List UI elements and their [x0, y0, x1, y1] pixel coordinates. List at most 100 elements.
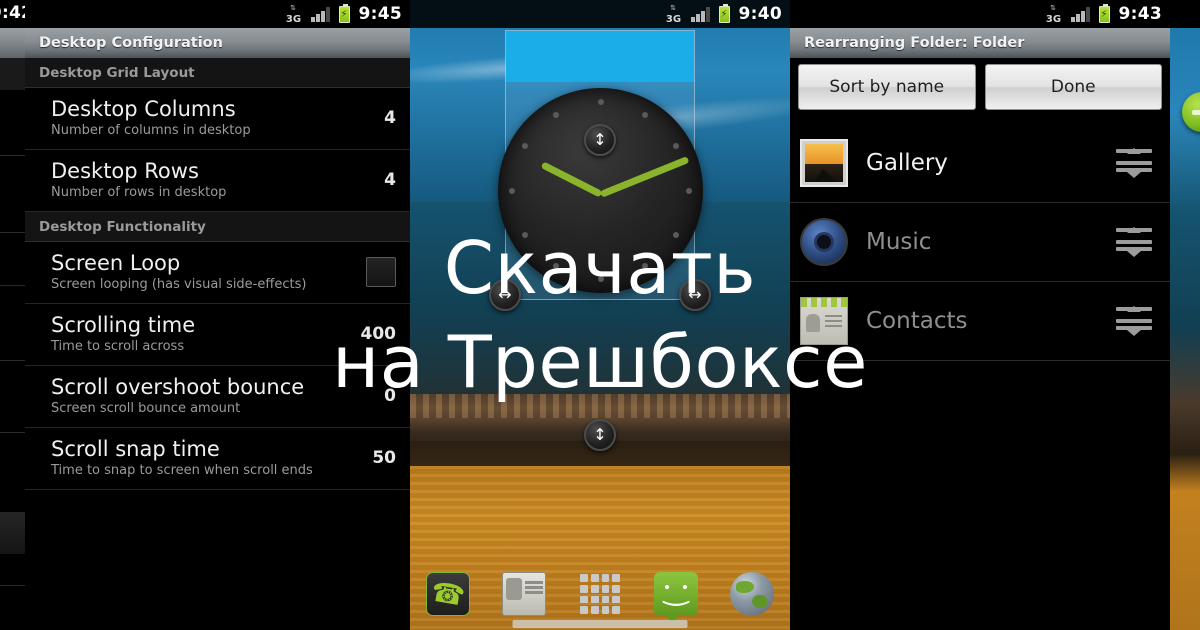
app-drawer-icon[interactable] — [578, 572, 622, 616]
setting-row-scrolling-time[interactable]: Scrolling time Time to scroll across 400 — [25, 304, 410, 366]
gallery-icon — [800, 139, 848, 187]
status-clock: 9:40 — [738, 4, 782, 24]
signal-strength-icon — [1071, 6, 1090, 22]
resize-handle-right[interactable]: ↔ — [679, 279, 711, 311]
analog-clock-widget[interactable] — [498, 88, 703, 293]
resize-handle-top[interactable]: ↕ — [584, 124, 616, 156]
list-item-content: Contacts — [800, 297, 967, 345]
setting-value: 50 — [372, 448, 396, 468]
setting-value: 0 — [384, 386, 396, 406]
drag-handle-icon[interactable] — [1114, 148, 1154, 178]
network-3g-icon: ⇅ 3G — [665, 4, 682, 25]
partial-selected-row — [0, 512, 25, 554]
setting-row-scroll-overshoot-bounce[interactable]: Scroll overshoot bounce Screen scroll bo… — [25, 366, 410, 428]
list-item-content: Music — [800, 218, 931, 266]
status-clock: 9:43 — [1118, 4, 1162, 24]
setting-text-block: Scroll overshoot bounce Screen scroll bo… — [51, 375, 304, 417]
screen-title-bar: Desktop Configuration — [25, 28, 410, 58]
data-arrows-icon: ⇅ — [290, 3, 297, 12]
network-3g-icon: ⇅ 3G — [285, 3, 302, 24]
homescreen-widget-resize-screen: ↕ ↔ ↔ ↕ ⇅ 3G 9 — [410, 0, 790, 630]
browser-icon[interactable] — [730, 572, 774, 616]
list-item[interactable]: Gallery — [790, 124, 1170, 203]
list-item-content: Gallery — [800, 139, 948, 187]
status-bar: ⇅ 3G 9:40 — [410, 0, 790, 28]
setting-title: Scrolling time — [51, 313, 196, 337]
network-3g-icon: ⇅ 3G — [1045, 3, 1062, 25]
partial-section-header — [0, 58, 25, 90]
partial-status-bar — [1170, 0, 1200, 28]
setting-text-block: Desktop Rows Number of rows in desktop — [51, 159, 226, 201]
setting-title: Scroll overshoot bounce — [51, 375, 305, 399]
drag-handle-icon[interactable] — [1114, 306, 1154, 336]
setting-row-desktop-rows[interactable]: Desktop Rows Number of rows in desktop 4 — [25, 150, 410, 212]
battery-icon — [718, 3, 730, 23]
setting-text-block: Desktop Columns Number of columns in des… — [51, 97, 251, 139]
list-item[interactable]: Contacts — [790, 282, 1170, 361]
network-label: 3G — [665, 13, 682, 25]
list-item[interactable]: Music — [790, 203, 1170, 282]
resize-handle-left[interactable]: ↔ — [489, 279, 521, 311]
section-header-label: Desktop Grid Layout — [39, 64, 195, 81]
left-edge-partial-screenshot: 9:42 — [0, 0, 33, 630]
list-item-label: Gallery — [866, 150, 948, 176]
list-item-label: Music — [866, 229, 932, 255]
list-item-label: Contacts — [866, 308, 968, 334]
setting-text-block: Scrolling time Time to scroll across — [51, 313, 195, 355]
resize-handle-left-icon: ↔ — [498, 285, 512, 304]
done-button[interactable]: Done — [984, 64, 1162, 110]
status-bar: ⇅ 3G 9:43 — [790, 0, 1170, 28]
page-indicator-bar — [512, 620, 688, 628]
resize-handle-bottom[interactable]: ↕ — [584, 419, 616, 451]
battery-icon — [1098, 3, 1110, 23]
network-label: 3G — [1045, 13, 1062, 25]
section-header-label: Desktop Functionality — [39, 218, 206, 235]
battery-icon — [338, 3, 350, 23]
settings-list[interactable]: Desktop Grid Layout Desktop Columns Numb… — [25, 58, 410, 490]
setting-value: 400 — [360, 324, 397, 344]
screenshot-stage: 9:42 ⇅ 3G 9:45 Desktop Configuration Des… — [0, 0, 1200, 630]
right-edge-partial-screenshot — [1170, 0, 1200, 630]
desktop-configuration-screen: ⇅ 3G 9:45 Desktop Configuration Desktop … — [25, 0, 410, 630]
setting-subtitle: Screen looping (has visual side-effects) — [51, 277, 307, 292]
messaging-icon[interactable] — [654, 562, 698, 624]
setting-title: Desktop Rows — [51, 159, 199, 183]
setting-row-scroll-snap-time[interactable]: Scroll snap time Time to snap to screen … — [25, 428, 410, 490]
resize-frame-highlight — [506, 31, 694, 82]
partial-row-divider — [0, 232, 25, 233]
section-header-grid-layout: Desktop Grid Layout — [25, 58, 410, 88]
screen-loop-checkbox[interactable] — [366, 257, 396, 287]
setting-row-desktop-columns[interactable]: Desktop Columns Number of columns in des… — [25, 88, 410, 150]
minus-icon — [1192, 109, 1200, 115]
setting-subtitle: Number of columns in desktop — [51, 123, 251, 138]
setting-value: 4 — [384, 108, 396, 128]
drag-handle-icon[interactable] — [1114, 227, 1154, 257]
status-bar: ⇅ 3G 9:45 — [25, 0, 410, 28]
signal-strength-icon — [311, 6, 330, 22]
contacts-icon — [800, 297, 848, 345]
partial-row-divider — [0, 155, 25, 156]
contacts-icon[interactable] — [502, 572, 546, 616]
status-clock: 9:45 — [358, 4, 402, 24]
setting-title: Screen Loop — [51, 251, 181, 275]
phone-icon[interactable] — [426, 572, 470, 616]
setting-text-block: Scroll snap time Time to snap to screen … — [51, 437, 313, 479]
screen-title-bar: Rearranging Folder: Folder — [790, 28, 1170, 58]
setting-text-block: Screen Loop Screen looping (has visual s… — [51, 251, 306, 293]
folder-items-list[interactable]: Gallery Music Contacts — [790, 124, 1170, 361]
folder-action-buttons: Sort by name Done — [790, 58, 1170, 116]
resize-handle-right-icon: ↔ — [688, 285, 702, 304]
page-title: Desktop Configuration — [39, 35, 223, 51]
resize-handle-top-icon: ↕ — [593, 130, 607, 149]
page-title: Rearranging Folder: Folder — [804, 35, 1025, 51]
sort-by-name-button[interactable]: Sort by name — [798, 64, 976, 110]
rearranging-folder-screen: ⇅ 3G 9:43 Rearranging Folder: Folder Sor… — [790, 0, 1170, 630]
setting-title: Scroll snap time — [51, 437, 220, 461]
setting-row-screen-loop[interactable]: Screen Loop Screen looping (has visual s… — [25, 242, 410, 304]
signal-strength-icon — [691, 6, 710, 22]
partial-title-bar — [0, 28, 25, 58]
partial-row-divider — [0, 585, 25, 586]
section-header-desktop-functionality: Desktop Functionality — [25, 212, 410, 242]
setting-subtitle: Screen scroll bounce amount — [51, 401, 241, 416]
data-arrows-icon: ⇅ — [1050, 3, 1057, 12]
